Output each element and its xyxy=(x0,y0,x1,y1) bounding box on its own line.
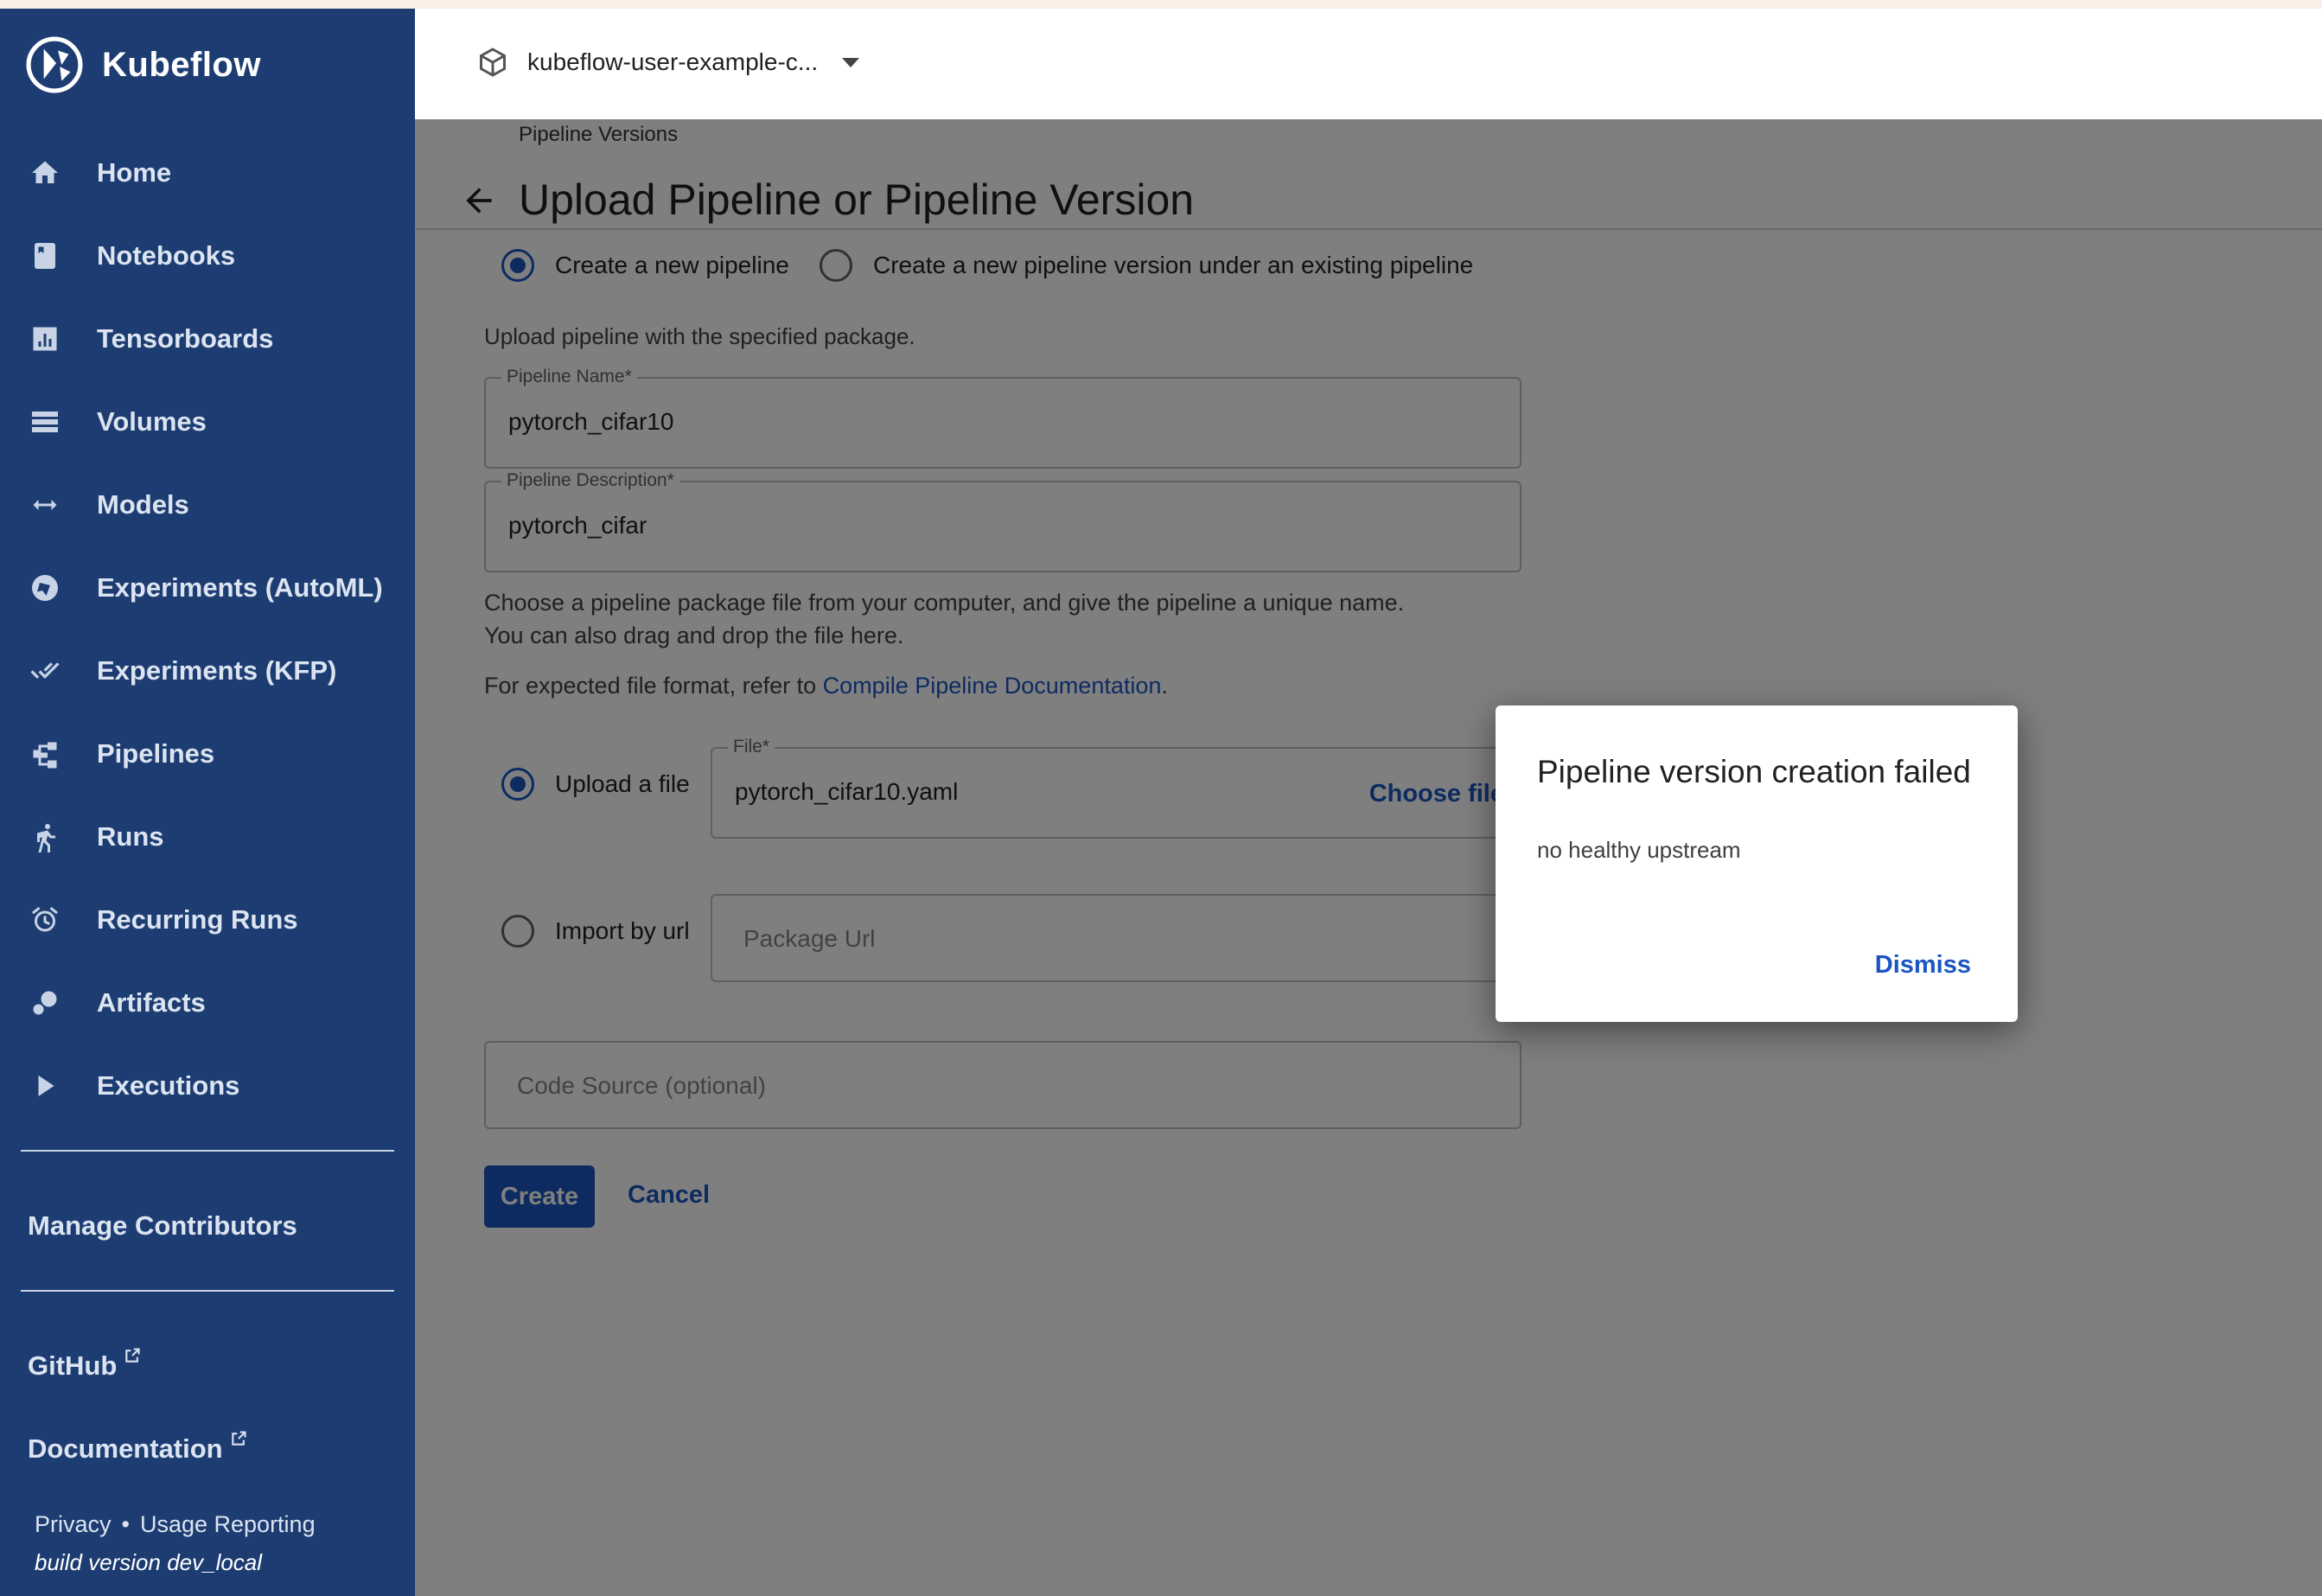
sidebar-item-pipelines[interactable]: Pipelines xyxy=(0,712,415,795)
sidebar-item-runs[interactable]: Runs xyxy=(0,795,415,878)
sidebar-item-experiments-kfp[interactable]: Experiments (KFP) xyxy=(0,629,415,712)
chevron-down-icon xyxy=(842,57,860,67)
sidebar: Kubeflow Home Notebooks Tensorboards Vol… xyxy=(0,9,415,1596)
volumes-icon xyxy=(28,405,62,439)
usage-reporting-link[interactable]: Usage Reporting xyxy=(140,1511,316,1537)
sidebar-item-label: Tensorboards xyxy=(97,323,274,354)
alarm-icon xyxy=(28,903,62,937)
sidebar-item-home[interactable]: Home xyxy=(0,131,415,214)
footer-links: Privacy • Usage Reporting xyxy=(35,1511,316,1538)
sidebar-item-label: Pipelines xyxy=(97,738,215,769)
manage-contributors-label: Manage Contributors xyxy=(28,1210,297,1241)
sidebar-item-models[interactable]: Models xyxy=(0,463,415,546)
brand[interactable]: Kubeflow xyxy=(26,36,261,93)
home-icon xyxy=(28,156,62,190)
dismiss-button[interactable]: Dismiss xyxy=(1875,951,1971,980)
sidebar-item-label: Runs xyxy=(97,821,164,852)
automl-icon xyxy=(28,571,62,605)
sidebar-divider xyxy=(21,1150,394,1152)
models-icon xyxy=(28,488,62,522)
package-icon xyxy=(480,48,506,77)
runs-icon xyxy=(28,820,62,854)
footer-separator: • xyxy=(121,1511,130,1537)
dialog-title: Pipeline version creation failed xyxy=(1537,754,1971,789)
sidebar-item-label: Experiments (AutoML) xyxy=(97,572,383,603)
github-label: GitHub xyxy=(28,1350,118,1381)
build-version: build version dev_local xyxy=(35,1549,263,1575)
sidebar-item-label: Volumes xyxy=(97,406,207,437)
sidebar-nav: Home Notebooks Tensorboards Volumes Mode… xyxy=(0,131,415,1127)
window-top-strip xyxy=(0,0,2322,9)
artifacts-icon xyxy=(28,986,62,1020)
sidebar-item-label: Executions xyxy=(97,1070,240,1101)
sidebar-item-label: Home xyxy=(97,157,172,188)
sidebar-item-label: Models xyxy=(97,489,189,520)
documentation-label: Documentation xyxy=(28,1433,223,1464)
sidebar-item-label: Experiments (KFP) xyxy=(97,655,337,686)
sidebar-item-executions[interactable]: Executions xyxy=(0,1044,415,1127)
kfp-icon xyxy=(28,654,62,688)
tensorboard-icon xyxy=(28,322,62,356)
namespace-label: kubeflow-user-example-c... xyxy=(527,48,819,75)
dialog-message: no healthy upstream xyxy=(1537,837,1741,863)
sidebar-item-tensorboards[interactable]: Tensorboards xyxy=(0,297,415,380)
pipelines-icon xyxy=(28,737,62,771)
sidebar-item-label: Notebooks xyxy=(97,240,236,271)
sidebar-item-experiments-automl[interactable]: Experiments (AutoML) xyxy=(0,546,415,629)
modal-overlay[interactable] xyxy=(415,119,2322,1596)
external-link-icon xyxy=(125,1348,140,1363)
sidebar-item-label: Artifacts xyxy=(97,987,206,1018)
sidebar-item-label: Recurring Runs xyxy=(97,904,298,935)
sidebar-divider xyxy=(21,1290,394,1292)
sidebar-item-volumes[interactable]: Volumes xyxy=(0,380,415,463)
external-link-icon xyxy=(231,1431,246,1446)
sidebar-item-recurring-runs[interactable]: Recurring Runs xyxy=(0,878,415,961)
documentation-link[interactable]: Documentation xyxy=(28,1431,247,1465)
github-link[interactable]: GitHub xyxy=(28,1348,141,1382)
error-dialog: Pipeline version creation failed no heal… xyxy=(1496,705,2018,1022)
app-name: Kubeflow xyxy=(102,45,261,84)
sidebar-item-notebooks[interactable]: Notebooks xyxy=(0,214,415,297)
privacy-link[interactable]: Privacy xyxy=(35,1511,112,1537)
top-header: kubeflow-user-example-c... xyxy=(415,9,2322,119)
namespace-selector[interactable]: kubeflow-user-example-c... xyxy=(477,47,860,78)
notebook-icon xyxy=(28,239,62,273)
play-icon xyxy=(28,1069,62,1103)
kubeflow-logo-icon xyxy=(26,36,83,93)
manage-contributors-link[interactable]: Manage Contributors xyxy=(28,1210,297,1242)
sidebar-item-artifacts[interactable]: Artifacts xyxy=(0,961,415,1044)
